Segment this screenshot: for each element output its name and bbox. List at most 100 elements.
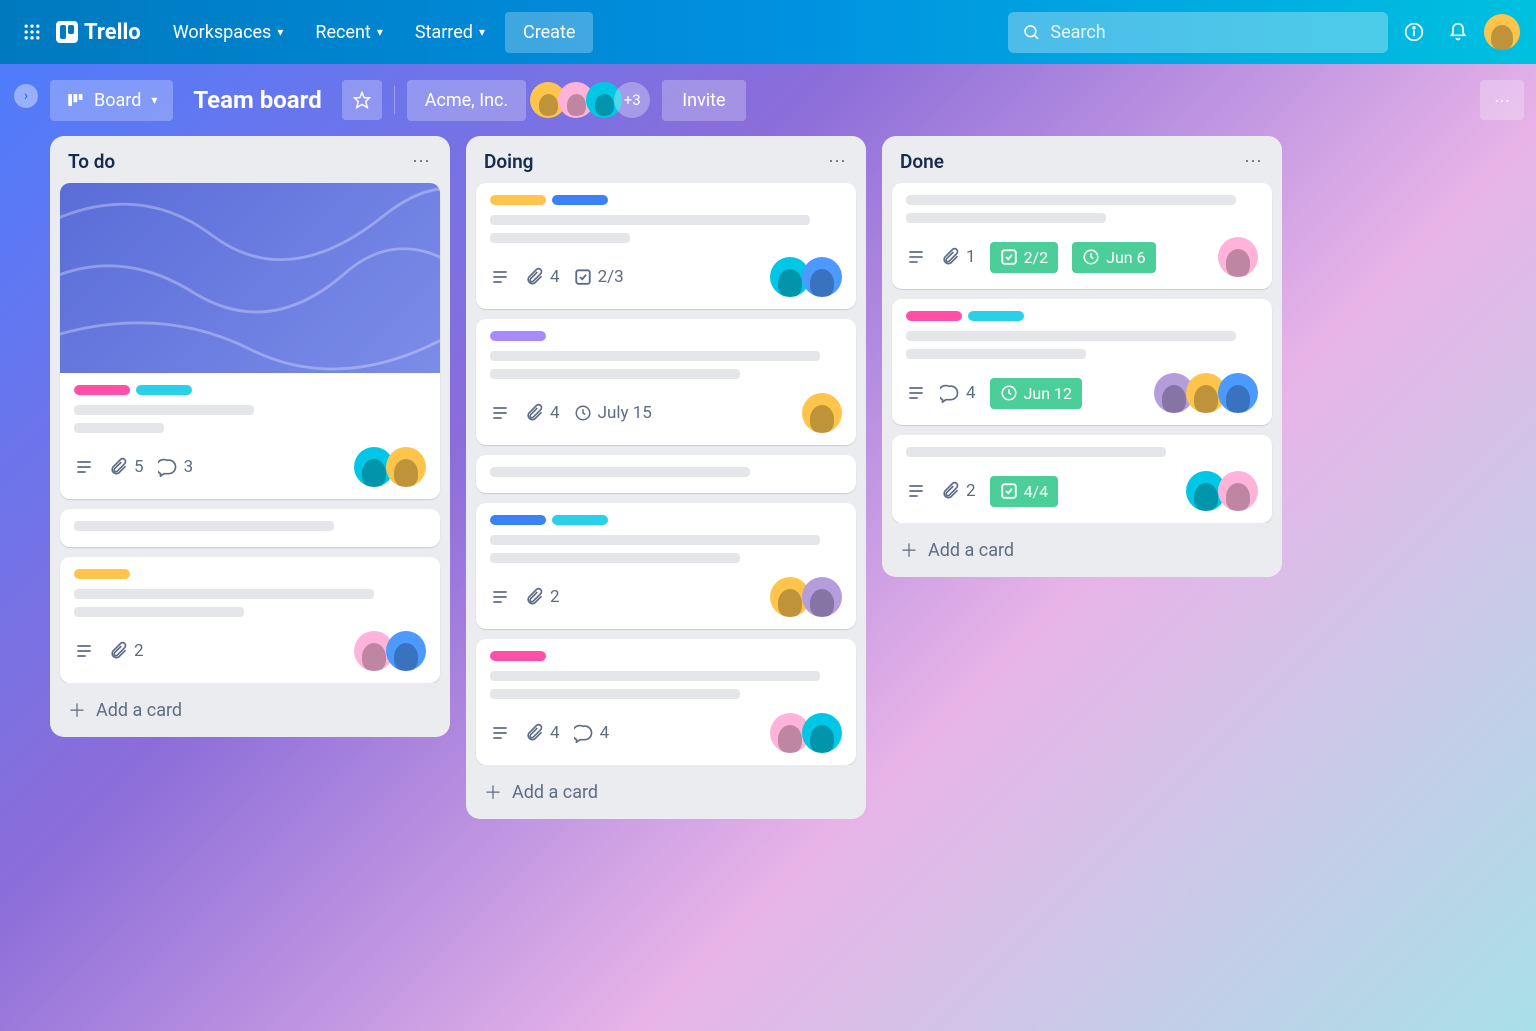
board-title[interactable]: Team board bbox=[185, 86, 329, 114]
placeholder-line bbox=[74, 423, 164, 433]
due-date-badge: July 15 bbox=[574, 403, 652, 423]
label[interactable] bbox=[552, 195, 608, 205]
list-cards[interactable]: 12/2Jun 6 4Jun 12 24/4 bbox=[882, 183, 1282, 523]
create-button[interactable]: Create bbox=[505, 12, 593, 53]
member-avatar[interactable] bbox=[802, 713, 842, 753]
due-date-complete-badge: Jun 12 bbox=[990, 378, 1082, 409]
nav-workspaces[interactable]: Workspaces ▾ bbox=[161, 14, 296, 51]
card-title-placeholder bbox=[490, 351, 842, 379]
card-title-placeholder bbox=[906, 331, 1258, 359]
member-avatar[interactable] bbox=[386, 631, 426, 671]
member-avatar[interactable] bbox=[1218, 237, 1258, 277]
description-icon bbox=[490, 403, 510, 423]
card-members bbox=[1226, 237, 1258, 277]
brand-text: Trello bbox=[84, 20, 141, 45]
card-members bbox=[778, 257, 842, 297]
card-members bbox=[362, 631, 426, 671]
attachments-badge: 4 bbox=[524, 723, 560, 743]
add-card-button[interactable]: ＋Add a card bbox=[466, 765, 866, 819]
list-menu-button[interactable]: ⋯ bbox=[828, 151, 848, 172]
add-card-label: Add a card bbox=[96, 700, 182, 721]
description-icon bbox=[906, 481, 926, 501]
list-cards[interactable]: 42/34July 15244 bbox=[466, 183, 866, 765]
label[interactable] bbox=[552, 515, 608, 525]
label[interactable] bbox=[74, 385, 130, 395]
top-nav: Trello Workspaces ▾ Recent ▾ Starred ▾ C… bbox=[0, 0, 1536, 64]
notifications-icon[interactable] bbox=[1440, 14, 1476, 50]
card[interactable] bbox=[476, 455, 856, 493]
card-labels bbox=[490, 515, 842, 525]
placeholder-line bbox=[906, 349, 1086, 359]
search-box[interactable] bbox=[1008, 12, 1388, 53]
card-title-placeholder bbox=[74, 405, 426, 433]
label[interactable] bbox=[906, 311, 962, 321]
description-icon bbox=[490, 723, 510, 743]
user-avatar[interactable] bbox=[1484, 14, 1520, 50]
card[interactable]: 2 bbox=[60, 557, 440, 683]
label[interactable] bbox=[490, 651, 546, 661]
search-icon bbox=[1022, 22, 1040, 42]
list-title[interactable]: Doing bbox=[484, 150, 534, 173]
board-view-switcher[interactable]: Board ▾ bbox=[50, 80, 173, 121]
card[interactable]: 53 bbox=[60, 183, 440, 499]
checklist-complete-badge: 4/4 bbox=[990, 476, 1059, 507]
label[interactable] bbox=[968, 311, 1024, 321]
card[interactable]: 24/4 bbox=[892, 435, 1272, 523]
apps-menu-icon[interactable] bbox=[16, 16, 48, 48]
card-footer: 12/2Jun 6 bbox=[906, 237, 1258, 277]
card-members bbox=[1194, 471, 1258, 511]
card-body: 24/4 bbox=[892, 435, 1272, 523]
workspace-button[interactable]: Acme, Inc. bbox=[407, 80, 527, 121]
list-title[interactable]: Done bbox=[900, 150, 944, 173]
member-avatar[interactable] bbox=[1218, 471, 1258, 511]
card[interactable] bbox=[60, 509, 440, 547]
label[interactable] bbox=[490, 515, 546, 525]
label[interactable] bbox=[490, 331, 546, 341]
label[interactable] bbox=[490, 195, 546, 205]
list-header: Done ⋯ bbox=[882, 136, 1282, 183]
invite-button[interactable]: Invite bbox=[662, 80, 745, 121]
card[interactable]: 2 bbox=[476, 503, 856, 629]
add-card-button[interactable]: ＋Add a card bbox=[50, 683, 450, 737]
placeholder-line bbox=[490, 553, 740, 563]
list-menu-button[interactable]: ⋯ bbox=[412, 151, 432, 172]
nav-starred[interactable]: Starred ▾ bbox=[403, 14, 497, 51]
member-avatar[interactable] bbox=[1218, 373, 1258, 413]
list-title[interactable]: To do bbox=[68, 150, 115, 173]
board-canvas[interactable]: To do ⋯532＋Add a cardDoing ⋯42/34July 15… bbox=[0, 136, 1536, 1031]
description-icon bbox=[490, 267, 510, 287]
member-avatar[interactable] bbox=[802, 257, 842, 297]
search-input[interactable] bbox=[1050, 22, 1374, 43]
sidebar-expand-button[interactable]: › bbox=[14, 84, 38, 108]
card-body: 4July 15 bbox=[476, 319, 856, 445]
star-button[interactable] bbox=[342, 80, 382, 120]
card[interactable]: 12/2Jun 6 bbox=[892, 183, 1272, 289]
card[interactable]: 44 bbox=[476, 639, 856, 765]
card[interactable]: 4July 15 bbox=[476, 319, 856, 445]
logo[interactable]: Trello bbox=[56, 20, 141, 45]
label[interactable] bbox=[136, 385, 192, 395]
card-badges: 2 bbox=[490, 587, 560, 607]
logo-mark-icon bbox=[56, 21, 78, 43]
info-icon[interactable] bbox=[1396, 14, 1432, 50]
member-avatar[interactable] bbox=[386, 447, 426, 487]
card-badges: 53 bbox=[74, 457, 193, 477]
member-avatar[interactable] bbox=[802, 393, 842, 433]
list-cards[interactable]: 53 2 bbox=[50, 183, 450, 683]
card[interactable]: 4Jun 12 bbox=[892, 299, 1272, 425]
card[interactable]: 42/3 bbox=[476, 183, 856, 309]
add-card-button[interactable]: ＋Add a card bbox=[882, 523, 1282, 577]
list-menu-button[interactable]: ⋯ bbox=[1244, 151, 1264, 172]
card-labels bbox=[74, 569, 426, 579]
member-overflow-count[interactable]: +3 bbox=[614, 82, 650, 118]
board-menu-button[interactable]: ⋯ bbox=[1480, 80, 1524, 120]
checklist-complete-badge: 2/2 bbox=[990, 242, 1059, 273]
label[interactable] bbox=[74, 569, 130, 579]
member-avatar[interactable] bbox=[802, 577, 842, 617]
list-header: Doing ⋯ bbox=[466, 136, 866, 183]
placeholder-line bbox=[490, 215, 810, 225]
board-members[interactable]: +3 bbox=[538, 82, 650, 118]
nav-workspaces-label: Workspaces bbox=[173, 22, 272, 43]
nav-recent[interactable]: Recent ▾ bbox=[303, 14, 394, 51]
attachments-badge: 5 bbox=[108, 457, 144, 477]
